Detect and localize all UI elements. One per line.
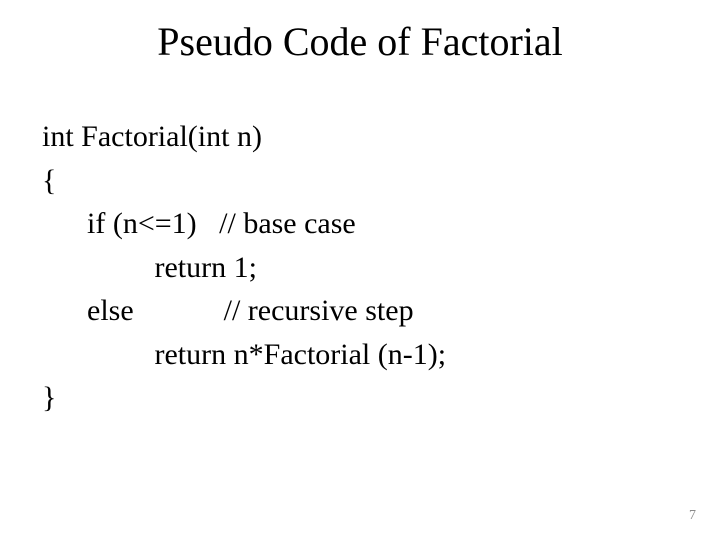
code-block: int Factorial(int n) { if (n<=1) // base… — [42, 115, 446, 420]
code-line-7: } — [42, 381, 56, 414]
code-line-6: return n*Factorial (n-1); — [42, 338, 446, 371]
slide-title: Pseudo Code of Factorial — [0, 18, 720, 65]
code-line-5: else // recursive step — [42, 294, 414, 327]
code-line-2: { — [42, 164, 56, 197]
slide: Pseudo Code of Factorial int Factorial(i… — [0, 0, 720, 540]
code-line-1: int Factorial(int n) — [42, 120, 262, 153]
code-line-3: if (n<=1) // base case — [42, 207, 356, 240]
code-line-4: return 1; — [42, 251, 257, 284]
page-number: 7 — [689, 508, 696, 524]
